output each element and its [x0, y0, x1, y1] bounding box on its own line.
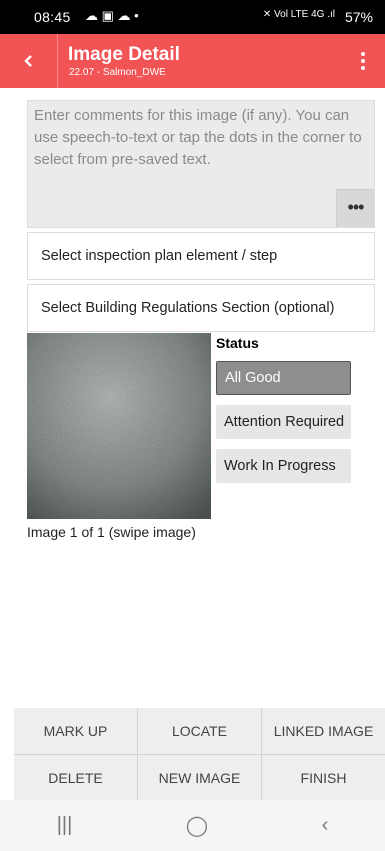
comments-input[interactable]: Enter comments for this image (if any). … — [27, 100, 375, 228]
page-title: Image Detail — [68, 44, 180, 65]
photo-image — [27, 333, 211, 519]
mark-up-button[interactable]: MARK UP — [14, 708, 137, 754]
new-image-button[interactable]: NEW IMAGE — [137, 754, 262, 800]
status-all-good-button[interactable]: All Good — [216, 361, 351, 395]
status-label: Status — [216, 335, 259, 351]
status-attention-required-button[interactable]: Attention Required — [216, 405, 351, 439]
back-nav-icon[interactable]: ‹ — [322, 814, 329, 837]
inspection-plan-selector[interactable]: Select inspection plan element / step — [27, 232, 375, 280]
delete-button[interactable]: DELETE — [14, 754, 137, 800]
finish-button[interactable]: FINISH — [262, 754, 385, 800]
building-regulations-selector[interactable]: Select Building Regulations Section (opt… — [27, 284, 375, 332]
app-header: Image Detail 22.07 - Salmon_DWE — [0, 34, 385, 88]
overflow-menu-button[interactable] — [351, 46, 375, 76]
comments-placeholder: Enter comments for this image (if any). … — [34, 107, 362, 168]
pre-saved-text-button[interactable]: ••• — [336, 189, 374, 227]
home-icon[interactable]: ◯ — [186, 813, 208, 838]
page-subtitle: 22.07 - Salmon_DWE — [69, 67, 166, 78]
back-button[interactable] — [0, 34, 58, 88]
inspection-photo[interactable] — [27, 333, 211, 519]
image-caption: Image 1 of 1 (swipe image) — [27, 524, 196, 540]
notification-icons: ☁ ▣ ☁ • — [85, 8, 139, 23]
clock: 08:45 — [34, 9, 71, 25]
signal-icons: ✕ Vol LTE 4G .ıl — [262, 9, 335, 20]
battery-level: 57% — [344, 9, 373, 25]
chevron-left-icon — [23, 55, 32, 67]
linked-image-button[interactable]: LINKED IMAGE — [262, 708, 385, 754]
recents-icon[interactable]: ||| — [57, 814, 73, 837]
system-nav-bar: ||| ◯ ‹ — [0, 800, 385, 851]
menu-dot-icon — [361, 59, 365, 63]
locate-button[interactable]: LOCATE — [137, 708, 262, 754]
action-grid: MARK UP LOCATE LINKED IMAGE DELETE NEW I… — [14, 708, 385, 800]
status-work-in-progress-button[interactable]: Work In Progress — [216, 449, 351, 483]
menu-dot-icon — [361, 66, 365, 70]
status-bar: 08:45 ☁ ▣ ☁ • ✕ Vol LTE 4G .ıl 57% — [0, 0, 385, 34]
menu-dot-icon — [361, 52, 365, 56]
